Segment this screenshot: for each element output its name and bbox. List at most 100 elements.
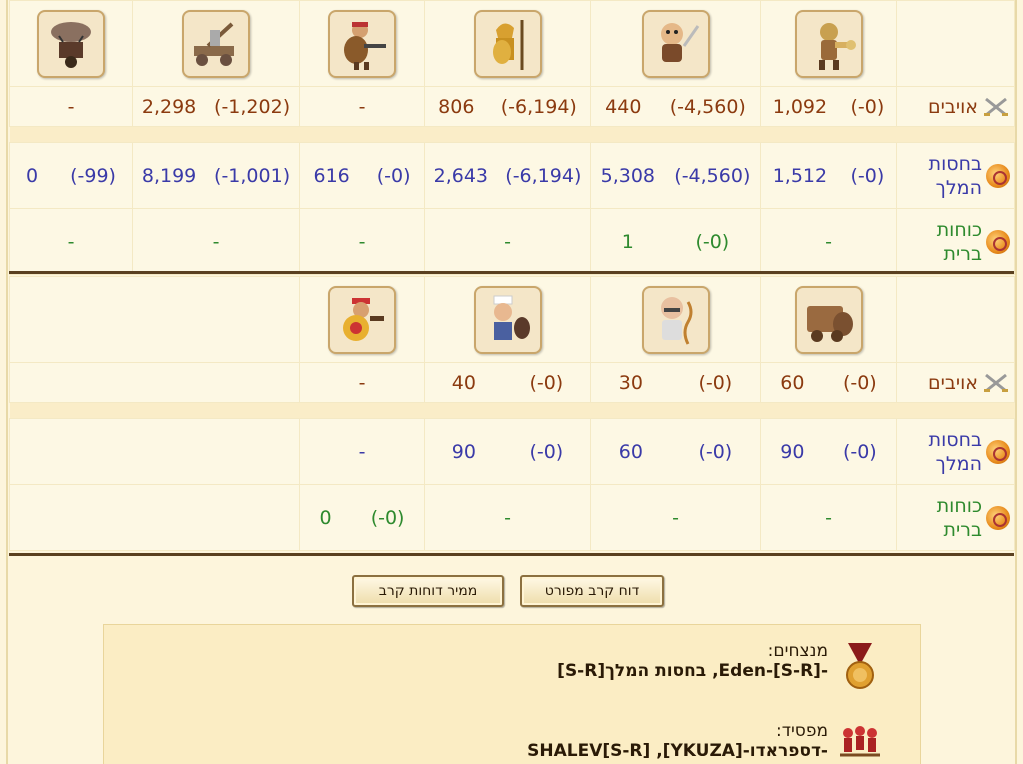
unit-loss: (-0) <box>850 95 885 118</box>
ally-cell: - <box>425 507 590 529</box>
guard-cell: 90 (-0) <box>425 441 590 463</box>
coin-icon <box>986 163 1010 188</box>
allies-label-line1: כוחות <box>936 494 982 517</box>
coin-icon <box>986 229 1010 254</box>
unit-loss: (-4,560) <box>669 95 746 118</box>
units-table-2: אויבים 60 (-0) 30 (-0) 40 (-0) - בחסות המלך … <box>9 276 1015 551</box>
right-border <box>1015 0 1017 764</box>
loser-title: מפסיד: <box>775 721 828 741</box>
allies-label-line1: כוחות <box>936 218 982 241</box>
ally-cell: - <box>10 231 132 253</box>
royal-guard-label-line2: המלך <box>935 452 982 475</box>
unit-loss: (-0) <box>695 230 730 253</box>
enemy-cell: - <box>10 96 132 118</box>
ally-cell: - <box>591 507 760 529</box>
coin-icon <box>986 439 1010 464</box>
enemy-cell: 440 (-4,560) <box>591 96 760 118</box>
unit-count: 5,308 <box>600 164 656 187</box>
enemies-label-text: אויבים <box>928 95 978 118</box>
unit-count: 440 <box>605 95 642 118</box>
guard-cell: 1,512 (-0) <box>761 165 896 187</box>
empty-dash: - <box>825 230 832 253</box>
enemies-label: אויבים <box>897 371 1014 395</box>
enemy-cell: 60 (-0) <box>761 372 896 394</box>
royal-guard-row: בחסות המלך 1,512 (-0) 5,308 (-4,560) 2,643 (… <box>9 142 1015 209</box>
shield-gunner-unit-icon[interactable] <box>328 9 396 78</box>
unit-count: 1,092 <box>772 95 828 118</box>
spartan-spear-unit-icon[interactable] <box>473 9 542 78</box>
elder-healer-unit-icon[interactable] <box>641 285 710 354</box>
unit-loss: (-0) <box>842 371 877 394</box>
unit-loss: (-0) <box>698 440 733 463</box>
loser-row: מפסיד: -דספראדו-[YKUZA], SHALEV[S-R] <box>527 721 920 764</box>
war-airship-unit-icon[interactable] <box>37 9 105 78</box>
guard-cell: 616 (-0) <box>300 165 424 187</box>
section-divider <box>9 271 1014 274</box>
enemy-cell: - <box>300 372 424 394</box>
allies-row: כוחות ברית - 1 (-0) - - - - <box>9 208 1015 275</box>
ally-cell: - <box>133 231 299 253</box>
enemy-cell: 2,298 (-1,202) <box>133 96 299 118</box>
guard-cell: 0 (-99) <box>10 165 132 187</box>
unit-count: 40 <box>451 371 476 394</box>
winners-row: מנצחים: -[S-R]-Eden, בחסות המלך[S-R] <box>557 641 920 693</box>
royal-guard-row: בחסות המלך 90 (-0) 60 (-0) 90 (-0) - <box>9 418 1015 485</box>
allies-label: כוחות ברית <box>897 494 1014 542</box>
left-border <box>6 0 8 764</box>
royal-guard-label-line1: בחסות <box>928 428 982 451</box>
unit-loss: (-4,560) <box>674 164 751 187</box>
spacer-row <box>9 402 1015 419</box>
section-divider <box>9 553 1014 556</box>
chef-cook-unit-icon[interactable] <box>473 285 542 354</box>
royal-guard-label-line1: בחסות <box>928 152 982 175</box>
battle-result-box: מנצחים: -[S-R]-Eden, בחסות המלך[S-R] מפס… <box>103 624 921 764</box>
unit-images-row <box>9 0 1015 87</box>
unit-count: 1,512 <box>772 164 828 187</box>
empty-dash: - <box>825 506 832 529</box>
unit-count: 60 <box>780 371 805 394</box>
winners-title: מנצחים: <box>767 641 828 661</box>
unit-loss: (-0) <box>376 164 411 187</box>
ally-cell: - <box>425 231 590 253</box>
unit-loss: (-6,194) <box>505 164 582 187</box>
unit-count: 8,199 <box>141 164 197 187</box>
empty-dash: - <box>67 230 75 253</box>
detailed-battle-report-button[interactable]: דוח קרב מפורט <box>520 575 664 607</box>
spacer-row <box>9 126 1015 143</box>
dagger-thief-unit-icon[interactable] <box>641 9 710 78</box>
siege-catapult-unit-icon[interactable] <box>182 9 250 78</box>
loser-value: -דספראדו-[YKUZA], SHALEV[S-R] <box>527 741 828 761</box>
unit-loss: (-1,001) <box>214 164 291 187</box>
unit-count: 0 <box>319 506 332 529</box>
unit-loss: (-0) <box>842 440 877 463</box>
enemy-cell: 1,092 (-0) <box>761 96 896 118</box>
enemies-row: אויבים 60 (-0) 30 (-0) 40 (-0) - <box>9 362 1015 403</box>
battle-report-converter-button[interactable]: ממיר דוחות קרב <box>352 575 504 607</box>
unit-images-row <box>9 276 1015 363</box>
guard-cell: 5,308 (-4,560) <box>591 165 760 187</box>
coin-icon <box>986 505 1010 530</box>
warrior-horn-unit-icon[interactable] <box>794 9 863 78</box>
cannon-wagon-unit-icon[interactable] <box>794 285 863 354</box>
unit-loss: (-0) <box>698 371 733 394</box>
unit-count: 90 <box>780 440 805 463</box>
empty-dash: - <box>212 230 220 253</box>
pirate-shield-unit-icon[interactable] <box>328 285 396 354</box>
unit-count: 2,643 <box>433 164 489 187</box>
unit-count: 616 <box>313 164 350 187</box>
unit-loss: (-1,202) <box>214 95 291 118</box>
unit-count: 1 <box>621 230 634 253</box>
allies-row: כוחות ברית - - - 0 (-0) <box>9 484 1015 551</box>
unit-count: 806 <box>438 95 475 118</box>
enemies-row: אויבים 1,092 (-0) 440 (-4,560) 806 (-6,194)… <box>9 86 1015 127</box>
empty-dash: - <box>358 371 366 394</box>
unit-loss: (-99) <box>70 164 116 187</box>
allies-label-line2: ברית <box>943 242 982 265</box>
unit-loss: (-0) <box>529 371 564 394</box>
unit-count: 0 <box>26 164 39 187</box>
enemy-cell: - <box>300 96 424 118</box>
crossed-swords-icon <box>984 97 1008 116</box>
unit-count: 90 <box>451 440 476 463</box>
royal-guard-label: בחסות המלך <box>897 428 1014 476</box>
unit-loss: (-0) <box>850 164 885 187</box>
